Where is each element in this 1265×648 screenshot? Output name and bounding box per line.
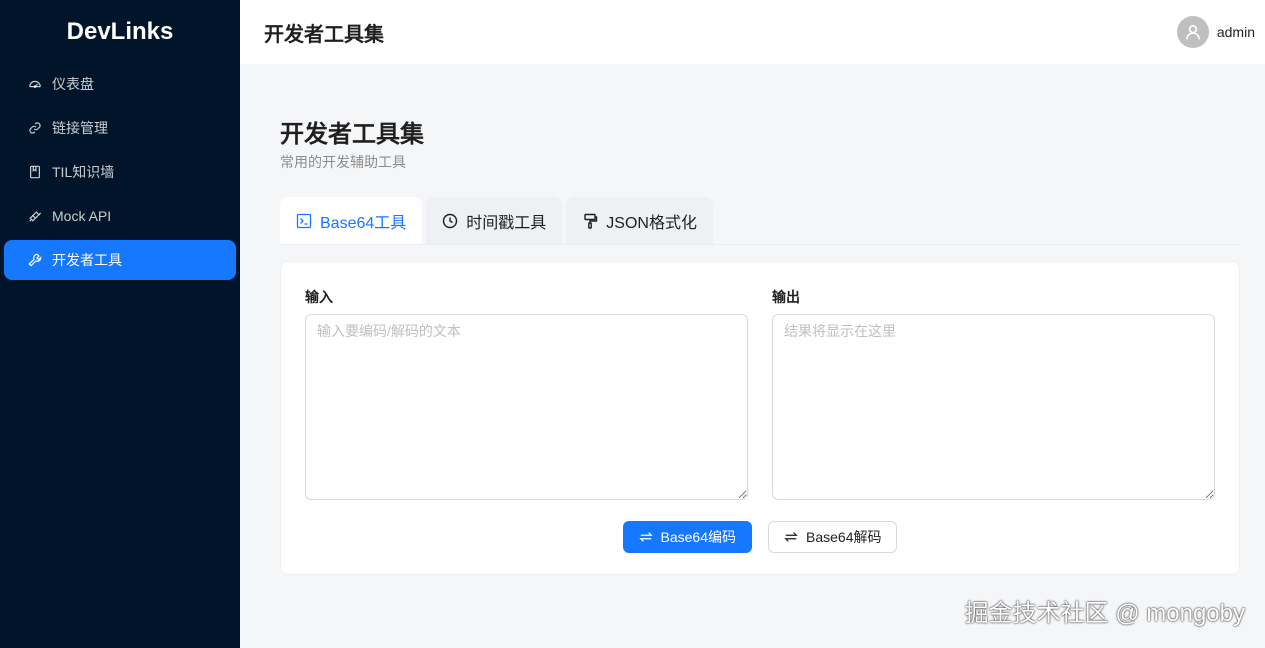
sidebar-item-mock-api[interactable]: Mock API	[4, 196, 236, 236]
encode-button-label: Base64编码	[660, 529, 736, 545]
sidebar-menu: 仪表盘 链接管理 TIL知识墙 Mock API 开发者工具	[0, 64, 240, 280]
top-header: 开发者工具集 admin	[240, 0, 1265, 64]
swap-icon	[784, 530, 798, 544]
encode-button[interactable]: Base64编码	[622, 521, 752, 553]
base64-card: 输入 输出 Base64编码	[280, 261, 1240, 575]
input-textarea[interactable]	[305, 314, 748, 500]
clock-icon	[442, 213, 458, 229]
app-logo[interactable]: DevLinks	[0, 0, 240, 64]
dashboard-icon	[28, 77, 42, 91]
sidebar-item-label: 仪表盘	[52, 76, 94, 92]
swap-icon	[638, 530, 653, 544]
sidebar-item-label: 开发者工具	[52, 252, 122, 268]
sidebar-item-links[interactable]: 链接管理	[4, 108, 236, 148]
user-icon	[1185, 25, 1200, 40]
avatar[interactable]	[1176, 16, 1209, 48]
book-icon	[28, 165, 42, 179]
tab-base64[interactable]: Base64工具	[280, 197, 423, 244]
sidebar-item-dashboard[interactable]: 仪表盘	[4, 64, 236, 104]
sidebar: DevLinks 仪表盘 链接管理 TIL知识墙 Mock API 开发者工具	[0, 0, 240, 648]
decode-button-label: Base64解码	[806, 529, 882, 545]
output-label: 输出	[772, 289, 800, 305]
action-buttons: Base64编码 Base64解码	[305, 521, 1215, 553]
app-root: DevLinks 仪表盘 链接管理 TIL知识墙 Mock API 开发者工具 …	[0, 0, 1265, 648]
sidebar-item-label: 链接管理	[52, 120, 108, 136]
decode-button[interactable]: Base64解码	[768, 521, 898, 553]
tab-label: Base64工具	[320, 214, 407, 232]
input-label: 输入	[305, 289, 333, 305]
format-painter-icon	[582, 213, 598, 229]
output-column: 输出	[772, 286, 1215, 505]
header-title: 开发者工具集	[264, 23, 384, 46]
input-column: 输入	[305, 286, 748, 505]
sidebar-item-dev-tools[interactable]: 开发者工具	[4, 240, 236, 280]
user-menu[interactable]: admin	[1176, 16, 1255, 48]
code-icon	[296, 213, 312, 229]
sidebar-item-label: Mock API	[52, 208, 112, 224]
tab-label: 时间戳工具	[466, 214, 547, 232]
page-title: 开发者工具集	[280, 121, 424, 148]
output-textarea[interactable]	[772, 314, 1215, 500]
tab-label: JSON格式化	[606, 214, 697, 232]
tab-json-format[interactable]: JSON格式化	[566, 197, 713, 244]
tool-icon	[28, 253, 42, 267]
sidebar-item-label: TIL知识墙	[52, 164, 115, 180]
page-content: 开发者工具集 常用的开发辅助工具 Base64工具 时间戳工具 JSON格式化 …	[240, 64, 1265, 648]
watermark: 掘金技术社区 @ mongoby	[964, 600, 1245, 627]
api-icon	[28, 209, 42, 223]
main-area: 开发者工具集 admin 开发者工具集 常用的开发辅助工具 Base64工具 时…	[240, 0, 1265, 648]
page-subtitle: 常用的开发辅助工具	[280, 154, 406, 170]
tool-tabs: Base64工具 时间戳工具 JSON格式化	[280, 197, 1240, 245]
io-row: 输入 输出	[305, 286, 1215, 505]
username[interactable]: admin	[1217, 24, 1255, 40]
sidebar-item-til[interactable]: TIL知识墙	[4, 152, 236, 192]
tab-timestamp[interactable]: 时间戳工具	[426, 197, 563, 244]
link-icon	[28, 121, 42, 135]
